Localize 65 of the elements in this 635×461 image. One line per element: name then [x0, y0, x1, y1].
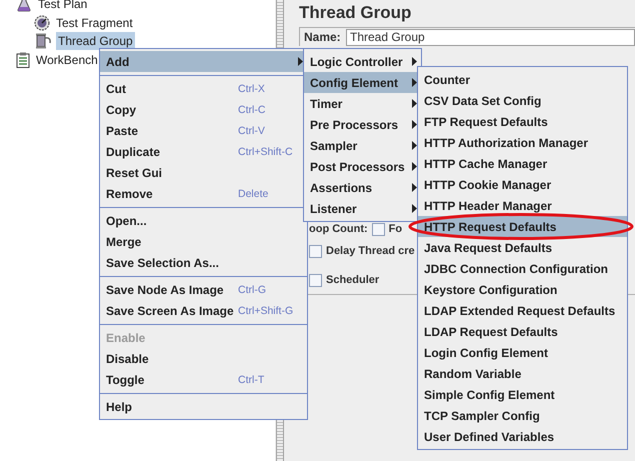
menu-item[interactable]: Keystore Configuration [418, 279, 627, 300]
menu-item[interactable]: CSV Data Set Config [418, 90, 627, 111]
name-label: Name: [304, 30, 342, 44]
tree-item[interactable]: Thread Group [56, 32, 135, 50]
menu-item[interactable]: Save Node As Image Ctrl-G [100, 279, 307, 300]
menu-item[interactable]: Disable [100, 348, 307, 369]
menu-item[interactable]: Java Request Defaults [418, 237, 627, 258]
name-field[interactable]: Thread Group [346, 28, 635, 46]
menu-item[interactable]: JDBC Connection Configuration [418, 258, 627, 279]
menu-item[interactable]: Post Processors [304, 156, 421, 177]
tree-item[interactable]: WorkBench [34, 50, 100, 69]
submenu-arrow-icon [412, 162, 417, 171]
loop-count-label: oop Count: [309, 223, 368, 235]
menu-item[interactable]: LDAP Extended Request Defaults [418, 300, 627, 321]
menu-item[interactable]: HTTP Cache Manager [418, 153, 627, 174]
checkbox-label: Scheduler [326, 274, 380, 286]
checkbox[interactable] [372, 222, 385, 236]
menu-item[interactable]: Copy Ctrl-C [100, 99, 307, 120]
submenu-arrow-icon [412, 183, 417, 192]
menu-item[interactable]: Duplicate Ctrl+Shift-C [100, 141, 307, 162]
menu-item[interactable]: Logic Controller [304, 51, 421, 72]
menu-item[interactable]: Timer [304, 93, 421, 114]
menu-item[interactable]: Assertions [304, 177, 421, 198]
menu-item[interactable]: Reset Gui [100, 162, 307, 183]
menu-item[interactable]: Help [100, 396, 307, 417]
menu-item[interactable]: Remove Delete [100, 183, 307, 204]
menu-item[interactable]: HTTP Cookie Manager [418, 174, 627, 195]
menu-item[interactable]: User Defined Variables [418, 426, 627, 447]
submenu-arrow-icon [412, 204, 417, 213]
menu-item[interactable]: Save Screen As Image Ctrl+Shift-G [100, 300, 307, 321]
submenu-arrow-icon [412, 57, 417, 66]
menu-item[interactable]: Simple Config Element [418, 384, 627, 405]
menu-item[interactable]: FTP Request Defaults [418, 111, 627, 132]
checkbox-label: Fo [388, 223, 402, 235]
menu-item[interactable]: Listener [304, 198, 421, 219]
menu-item[interactable]: LDAP Request Defaults [418, 321, 627, 342]
submenu-arrow-icon [412, 141, 417, 150]
menu-item[interactable]: Cut Ctrl-X [100, 78, 307, 99]
flask-icon [16, 0, 32, 12]
submenu-arrow-icon [412, 78, 417, 87]
submenu-arrow-icon [412, 120, 417, 129]
panel-title: Thread Group [299, 3, 412, 23]
tree-item[interactable]: Test Fragment [54, 14, 135, 32]
spool-icon [34, 33, 52, 50]
menu-item[interactable]: Counter [418, 69, 627, 90]
submenu-arrow-icon [412, 99, 417, 108]
menu-item[interactable]: Paste Ctrl-V [100, 120, 307, 141]
stopwatch-icon [34, 14, 50, 31]
menu-item[interactable]: Pre Processors [304, 114, 421, 135]
checkbox[interactable] [309, 244, 322, 258]
menu-item[interactable]: Login Config Element [418, 342, 627, 363]
menu-item[interactable]: Sampler [304, 135, 421, 156]
menu-item[interactable]: TCP Sampler Config [418, 405, 627, 426]
menu-item[interactable]: Open... [100, 210, 307, 231]
menu-item[interactable]: Random Variable [418, 363, 627, 384]
menu-item: Enable [105, 330, 146, 346]
menu-item[interactable]: Save Selection As... [100, 252, 307, 273]
submenu-arrow-icon [298, 57, 303, 66]
clipboard-icon [16, 52, 30, 68]
menu-item[interactable]: Merge [100, 231, 307, 252]
menu-item[interactable]: Toggle Ctrl-T [100, 369, 307, 390]
checkbox-label: Delay Thread cre [326, 245, 415, 257]
checkbox[interactable] [309, 274, 322, 286]
menu-item[interactable]: HTTP Header Manager [418, 195, 627, 216]
menu-item[interactable]: HTTP Authorization Manager [418, 132, 627, 153]
